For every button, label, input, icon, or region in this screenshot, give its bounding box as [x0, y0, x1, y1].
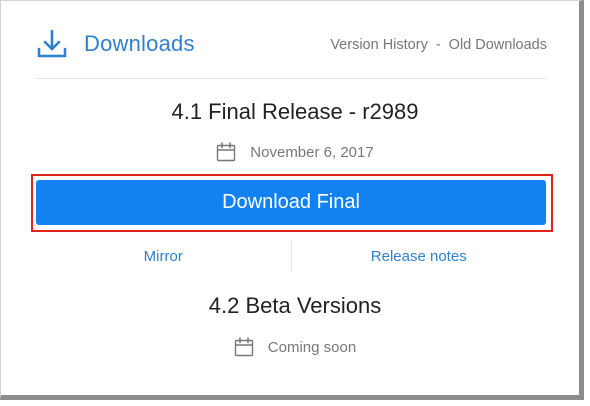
release-notes-link[interactable]: Release notes [292, 240, 547, 272]
download-icon [37, 29, 67, 58]
download-final-label: Download Final [222, 191, 360, 213]
old-downloads-link[interactable]: Old Downloads [449, 37, 547, 53]
release-date: November 6, 2017 [250, 143, 374, 161]
calendar-icon [217, 142, 236, 162]
final-release-title: 4.1 Final Release - r2989 [171, 99, 419, 124]
release-notes-label: Release notes [370, 247, 467, 265]
header-links: Version History - Old Downloads [330, 37, 547, 53]
calendar-icon [234, 337, 253, 357]
beta-status: Coming soon [267, 338, 357, 356]
header-divider [36, 78, 546, 79]
mirror-link[interactable]: Mirror [36, 240, 291, 272]
download-sub-links: Mirror Release notes [36, 240, 546, 272]
version-history-link[interactable]: Version History [330, 37, 428, 53]
header-links-separator: - [435, 37, 441, 53]
downloads-header: Downloads [36, 28, 195, 60]
download-final-button[interactable]: Download Final [36, 180, 546, 225]
beta-status-row: Coming soon [0, 337, 590, 357]
mirror-label: Mirror [143, 247, 183, 265]
final-release-date-row: November 6, 2017 [0, 142, 590, 162]
beta-title: 4.2 Beta Versions [208, 293, 382, 318]
page-title: Downloads [84, 31, 195, 56]
